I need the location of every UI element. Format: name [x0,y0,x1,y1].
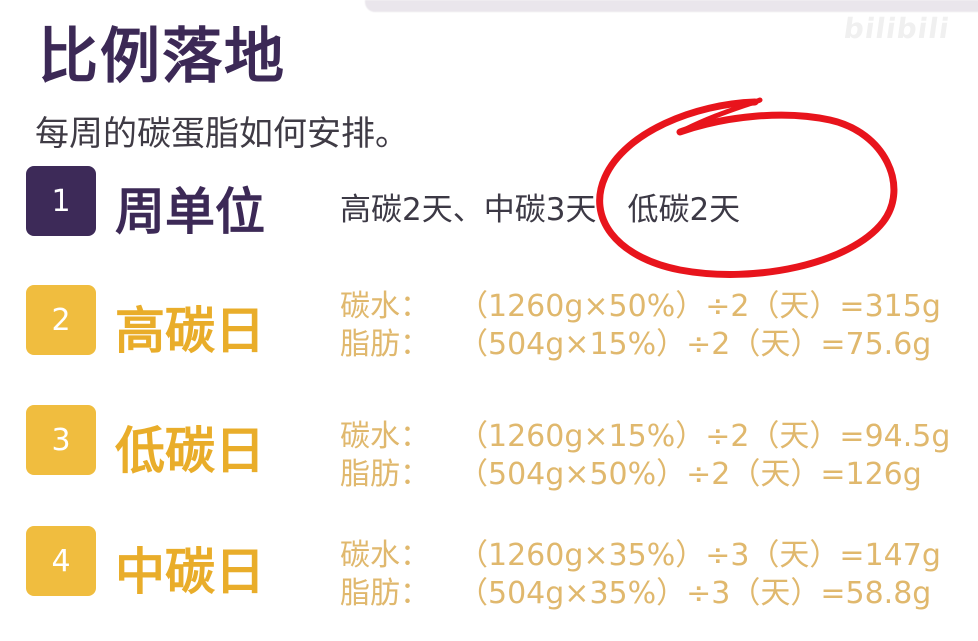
step-badge-1: 1 [26,166,96,236]
calc-formula: （504g×35%）÷3（天）=58.8g [458,576,932,611]
calc-line: 碳水： （1260g×50%）÷2（天）=315g [340,288,941,326]
row-label-week-unit: 周单位 [115,183,265,241]
step-badge-4: 4 [26,526,96,596]
video-top-bar [365,0,978,12]
calc-line: 碳水： （1260g×15%）÷2（天）=94.5g [340,418,950,456]
step-badge-3: 3 [26,405,96,475]
low-carb-calc: 碳水： （1260g×15%）÷2（天）=94.5g 脂肪： （504g×50%）÷… [340,418,950,494]
page-title: 比例落地 [38,22,286,92]
calc-name: 脂肪： [340,576,430,611]
calc-name: 碳水： [340,538,430,573]
calc-name: 脂肪： [340,457,430,492]
calc-name: 碳水： [340,289,430,324]
calc-line: 脂肪： （504g×50%）÷2（天）=126g [340,456,950,494]
calc-line: 脂肪： （504g×15%）÷2（天）=75.6g [340,326,941,364]
calc-name: 脂肪： [340,327,430,362]
row-label-low-carb: 低碳日 [115,422,265,480]
week-schedule-text: 高碳2天、中碳3天、低碳2天 [340,192,741,228]
calc-formula: （504g×50%）÷2（天）=126g [458,457,922,492]
row-label-mid-carb: 中碳日 [115,543,265,601]
calc-formula: （1260g×50%）÷2（天）=315g [458,289,941,324]
calc-formula: （1260g×15%）÷2（天）=94.5g [458,419,951,454]
bilibili-watermark: bilibili [842,12,953,45]
calc-formula: （1260g×35%）÷3（天）=147g [458,538,941,573]
mid-carb-calc: 碳水： （1260g×35%）÷3（天）=147g 脂肪： （504g×35%）÷3… [340,537,941,613]
step-badge-2: 2 [26,285,96,355]
row-label-high-carb: 高碳日 [115,302,265,360]
calc-formula: （504g×15%）÷2（天）=75.6g [458,327,932,362]
calc-line: 脂肪： （504g×35%）÷3（天）=58.8g [340,575,941,613]
calc-name: 碳水： [340,419,430,454]
page-subtitle: 每周的碳蛋脂如何安排。 [35,114,409,154]
high-carb-calc: 碳水： （1260g×50%）÷2（天）=315g 脂肪： （504g×15%）÷2… [340,288,941,364]
calc-line: 碳水： （1260g×35%）÷3（天）=147g [340,537,941,575]
